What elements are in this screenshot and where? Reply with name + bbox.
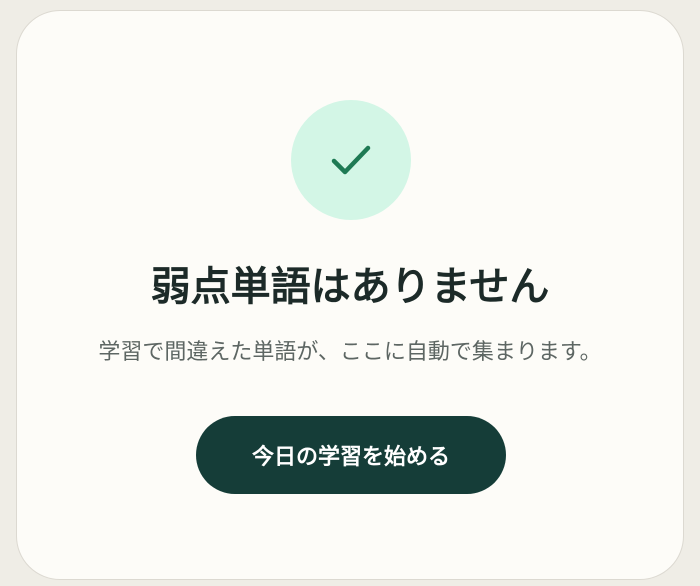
success-badge: [291, 100, 411, 220]
start-today-study-button[interactable]: 今日の学習を始める: [196, 416, 506, 494]
empty-state-card: 弱点単語はありません 学習で間違えた単語が、ここに自動で集まります。 今日の学習…: [16, 10, 684, 580]
empty-state-message: 学習で間違えた単語が、ここに自動で集まります。: [98, 340, 602, 365]
empty-state-title: 弱点単語はありません: [150, 264, 550, 310]
check-icon: [331, 145, 371, 175]
